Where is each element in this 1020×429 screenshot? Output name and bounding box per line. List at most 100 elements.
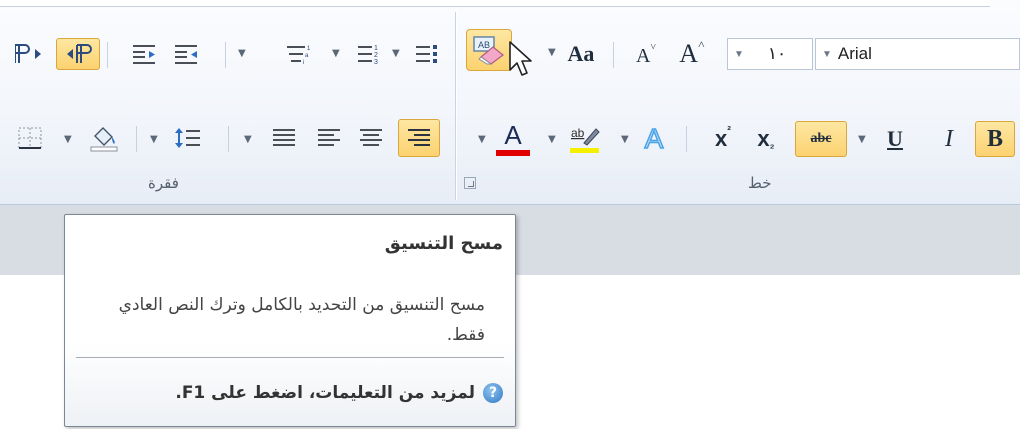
chevron-down-icon[interactable]: ▼ xyxy=(332,48,340,59)
superscript-digit: ² xyxy=(727,125,731,137)
highlighter-icon: ab xyxy=(570,126,600,153)
numbering-button[interactable]: 1 2 3 xyxy=(350,38,386,70)
align-center-icon xyxy=(360,129,382,146)
chevron-down-icon[interactable]: ▼ xyxy=(478,134,486,145)
ribbon-top-border xyxy=(0,0,990,7)
change-case-label: Aa xyxy=(567,41,595,66)
svg-text:1: 1 xyxy=(374,45,378,52)
borders-button[interactable] xyxy=(10,121,50,155)
decrease-indent-icon xyxy=(175,45,197,64)
font-dialog-launcher[interactable] xyxy=(464,177,476,189)
text-highlight-button[interactable]: ab xyxy=(563,121,605,157)
bullet-list-icon xyxy=(416,45,437,63)
center-button[interactable] xyxy=(352,119,390,157)
caret-down-icon: ˅ xyxy=(650,41,657,53)
subscript-digit: ₂ xyxy=(769,139,775,151)
underline-button[interactable]: U xyxy=(878,121,912,157)
eraser-icon: AB xyxy=(473,36,504,65)
shrink-font-label: A xyxy=(635,44,651,67)
svg-text:a: a xyxy=(305,53,309,59)
numbered-list-icon: 1 2 3 xyxy=(358,45,378,66)
line-spacing-button[interactable] xyxy=(166,119,210,157)
text-effects-label: A xyxy=(644,122,664,155)
svg-text:AB: AB xyxy=(478,40,490,50)
svg-text:3: 3 xyxy=(374,59,378,66)
separator xyxy=(686,126,687,152)
multilevel-list-button[interactable]: 1 a i xyxy=(278,38,322,70)
ribbon: ▼ Arial ▼ ١٠ A ˄ A ˅ ▼ Aa AB B I U ▼ abc… xyxy=(0,0,1020,205)
mouse-cursor-icon xyxy=(509,41,532,76)
font-group-label: خط xyxy=(748,174,772,192)
font-name-value: Arial xyxy=(837,44,872,63)
font-color-label: A xyxy=(504,120,522,150)
font-name-combo[interactable]: ▼ Arial xyxy=(815,38,1020,70)
chevron-down-icon[interactable]: ▼ xyxy=(64,134,72,145)
pilcrow-ltr-icon xyxy=(15,44,41,63)
underline-label: U xyxy=(887,126,903,151)
tooltip-title: مسح التنسيق xyxy=(384,233,503,254)
group-separator xyxy=(455,12,456,200)
justify-button[interactable] xyxy=(264,119,304,157)
subscript-button[interactable]: x ₂ xyxy=(748,121,784,157)
tooltip-help: ? لمزيد من التعليمات، اضغط على F1. xyxy=(175,383,503,403)
superscript-button[interactable]: x ² xyxy=(705,121,741,157)
separator xyxy=(136,126,137,152)
chevron-down-icon[interactable]: ▼ xyxy=(548,47,556,58)
rtl-paragraph-button[interactable] xyxy=(56,38,100,70)
svg-text:2: 2 xyxy=(374,52,378,59)
chevron-down-icon[interactable]: ▼ xyxy=(238,48,246,59)
clear-formatting-button[interactable]: AB xyxy=(466,29,512,71)
justify-icon xyxy=(273,129,295,146)
tooltip-help-text: لمزيد من التعليمات، اضغط على F1. xyxy=(175,383,475,403)
chevron-down-icon[interactable]: ▼ xyxy=(150,134,158,145)
help-icon: ? xyxy=(483,383,503,403)
line-spacing-icon xyxy=(175,128,200,148)
font-size-combo[interactable]: ▼ ١٠ xyxy=(727,38,813,70)
grow-font-label: A xyxy=(679,39,698,68)
chevron-down-icon[interactable]: ▼ xyxy=(734,49,744,60)
svg-text:ab: ab xyxy=(571,126,585,140)
pilcrow-rtl-icon xyxy=(67,44,92,63)
bold-label: B xyxy=(986,125,1003,152)
font-size-value: ١٠ xyxy=(767,44,787,63)
caret-up-icon: ˄ xyxy=(698,36,705,51)
align-right-button[interactable] xyxy=(398,119,440,157)
clear-formatting-tooltip: مسح التنسيق مسح التنسيق من التحديد بالكا… xyxy=(64,214,516,427)
svg-text:1: 1 xyxy=(307,46,311,52)
strikethrough-button[interactable]: abc xyxy=(795,121,847,157)
svg-text:i: i xyxy=(303,60,304,66)
separator xyxy=(613,42,614,68)
align-left-icon xyxy=(318,129,340,146)
increase-indent-button[interactable] xyxy=(126,38,162,70)
tooltip-description: مسح التنسيق من التحديد بالكامل وترك النص… xyxy=(118,295,485,345)
italic-button[interactable]: I xyxy=(930,121,968,157)
paragraph-group-label: فقرة xyxy=(148,174,179,192)
shrink-font-button[interactable]: A ˅ xyxy=(628,42,664,70)
chevron-down-icon[interactable]: ▼ xyxy=(244,134,252,145)
superscript-label: x xyxy=(715,126,728,151)
change-case-button[interactable]: Aa xyxy=(558,38,604,70)
bullets-button[interactable] xyxy=(408,38,444,70)
shading-button[interactable] xyxy=(84,119,124,157)
align-right-icon xyxy=(408,129,430,146)
chevron-down-icon[interactable]: ▼ xyxy=(548,134,556,145)
align-left-button[interactable] xyxy=(310,119,348,157)
grow-font-button[interactable]: A ˄ xyxy=(672,36,712,70)
paint-bucket-icon xyxy=(90,127,118,152)
separator xyxy=(225,42,226,68)
separator xyxy=(228,126,229,152)
bold-button[interactable]: B xyxy=(975,121,1015,157)
chevron-down-icon[interactable]: ▼ xyxy=(392,48,400,59)
chevron-down-icon[interactable]: ▼ xyxy=(858,134,866,145)
chevron-down-icon[interactable]: ▼ xyxy=(621,134,629,145)
font-color-button[interactable]: A xyxy=(494,119,532,159)
text-effects-button[interactable]: A xyxy=(636,121,672,157)
ltr-paragraph-button[interactable] xyxy=(10,38,50,70)
font-color-swatch xyxy=(496,150,530,156)
chevron-down-icon[interactable]: ▼ xyxy=(822,49,832,60)
tooltip-divider xyxy=(76,357,504,358)
multilevel-list-icon: 1 a i xyxy=(287,46,311,66)
strikethrough-label: abc xyxy=(810,131,832,146)
decrease-indent-button[interactable] xyxy=(168,38,204,70)
italic-label: I xyxy=(945,125,953,152)
